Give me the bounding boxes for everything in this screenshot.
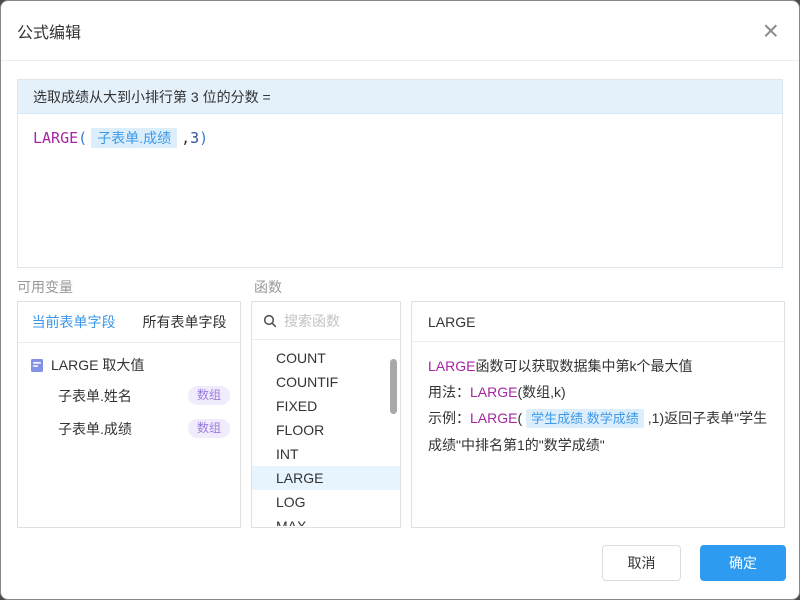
formula-editor[interactable]: LARGE(子表单.成绩 ,3) (18, 114, 782, 267)
function-detail-title: LARGE (412, 302, 784, 342)
function-list-item[interactable]: INT (252, 442, 400, 466)
function-list-item[interactable]: LOG (252, 490, 400, 514)
formula-open-paren: ( (78, 129, 88, 147)
formula-box: 选取成绩从大到小排行第 3 位的分数 = LARGE(子表单.成绩 ,3) (17, 79, 783, 268)
formula-field-tag[interactable]: 子表单.成绩 (91, 128, 178, 148)
variable-field-name: 子表单.姓名 (58, 387, 132, 404)
function-description-line: LARGE函数可以获取数据集中第k个最大值 (428, 353, 768, 379)
function-list-item[interactable]: COUNT (252, 346, 400, 370)
function-detail-panel: LARGE LARGE函数可以获取数据集中第k个最大值 用法：LARGE(数组,… (411, 301, 785, 528)
variable-field-row[interactable]: 子表单.姓名 数组 (18, 379, 240, 412)
formula-comma: , (181, 129, 191, 147)
variables-panel: 当前表单字段 所有表单字段 LARGE 取大值 子表单.姓名 数组 子表单.成绩 数组 (17, 301, 241, 528)
variables-list: LARGE 取大值 子表单.姓名 数组 子表单.成绩 数组 (18, 343, 240, 445)
detail-description-text: 函数可以获取数据集中第k个最大值 (475, 358, 693, 374)
detail-fn-name: LARGE (428, 358, 476, 374)
function-usage-line: 用法：LARGE(数组,k) (428, 379, 768, 405)
search-icon (263, 314, 277, 328)
function-list-item[interactable]: COUNTIF (252, 370, 400, 394)
confirm-button[interactable]: 确定 (700, 545, 786, 581)
function-list-item[interactable]: MAX (252, 514, 400, 526)
formula-close-paren: ) (199, 129, 209, 147)
cancel-button[interactable]: 取消 (602, 545, 681, 581)
formula-k-value: 3 (190, 129, 200, 147)
usage-fn-name: LARGE (470, 384, 518, 400)
example-field-tag: 学生成绩.数学成绩 (526, 409, 644, 428)
function-list-item[interactable]: FIXED (252, 394, 400, 418)
array-type-badge: 数组 (187, 419, 230, 438)
variables-section-label: 可用变量 (17, 279, 73, 295)
tab-all-form-fields[interactable]: 所有表单字段 (129, 302, 240, 342)
usage-label: 用法： (428, 384, 470, 400)
formula-function-name: LARGE (33, 129, 79, 147)
function-list-item[interactable]: LARGE (252, 466, 400, 490)
variable-field-row[interactable]: 子表单.成绩 数组 (18, 412, 240, 445)
function-example-line: 示例：LARGE(学生成绩.数学成绩 ,1)返回子表单"学生成绩"中排名第1的"数… (428, 405, 768, 458)
search-placeholder: 搜索函数 (284, 312, 340, 329)
formula-edit-dialog: 公式编辑 × 选取成绩从大到小排行第 3 位的分数 = LARGE(子表单.成绩… (0, 0, 800, 600)
function-list-item[interactable]: FLOOR (252, 418, 400, 442)
example-label: 示例： (428, 410, 470, 426)
functions-section-label: 函数 (254, 279, 282, 295)
close-icon[interactable]: × (763, 16, 779, 45)
dialog-header: 公式编辑 × (1, 1, 799, 61)
dialog-title: 公式编辑 (17, 24, 82, 42)
function-search-input[interactable]: 搜索函数 (252, 302, 400, 340)
example-open-paren: ( (517, 410, 523, 426)
variable-field-name: 子表单.成绩 (58, 420, 132, 437)
variables-group-label: LARGE 取大值 (51, 357, 145, 373)
formula-description: 选取成绩从大到小排行第 3 位的分数 = (18, 80, 782, 114)
function-list: COUNT COUNTIF FIXED FLOOR INT LARGE LOG MAX (252, 340, 400, 526)
variables-group-row[interactable]: LARGE 取大值 (18, 351, 240, 379)
variables-tabs: 当前表单字段 所有表单字段 (18, 302, 240, 343)
form-icon (30, 358, 44, 373)
usage-signature: (数组,k) (517, 384, 566, 400)
functions-panel: 搜索函数 COUNT COUNTIF FIXED FLOOR INT LARGE LOG MA… (251, 301, 401, 528)
scrollbar-thumb[interactable] (390, 359, 397, 414)
tab-current-form-fields[interactable]: 当前表单字段 (18, 302, 129, 342)
function-detail-body: LARGE函数可以获取数据集中第k个最大值 用法：LARGE(数组,k) 示例：… (412, 342, 784, 469)
example-fn-name: LARGE (470, 410, 518, 426)
array-type-badge: 数组 (187, 386, 230, 405)
